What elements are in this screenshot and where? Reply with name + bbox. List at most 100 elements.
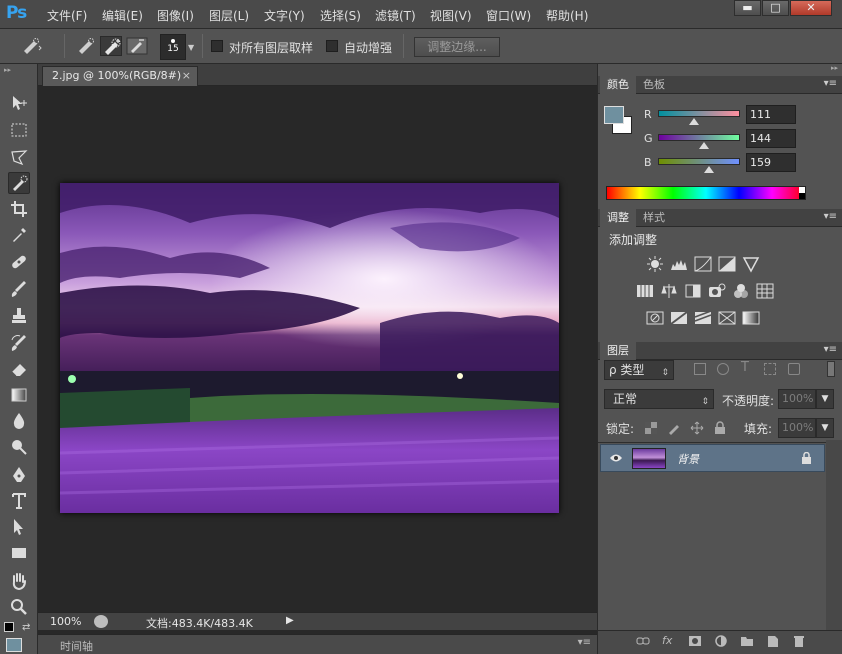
timeline-panel-tab[interactable]: 时间轴 ▾≡ <box>38 634 597 654</box>
layers-scrollbar[interactable] <box>826 440 842 630</box>
vibrance-icon[interactable] <box>742 255 760 273</box>
menu-type[interactable]: 文字(Y) <box>264 7 305 24</box>
status-menu-arrow-icon[interactable]: ▶ <box>286 615 294 626</box>
refine-edge-button[interactable]: 调整边缘... <box>414 37 500 57</box>
filter-adjustment-icon[interactable] <box>717 363 729 375</box>
red-value-input[interactable]: 111 <box>746 105 796 124</box>
history-brush-tool-icon[interactable] <box>8 332 30 354</box>
curves-icon[interactable] <box>694 255 712 273</box>
link-layers-icon[interactable] <box>636 634 650 648</box>
new-selection-brush-icon[interactable] <box>75 36 97 56</box>
type-tool-icon[interactable] <box>8 490 30 512</box>
filter-type-icon[interactable]: T <box>741 360 749 375</box>
minimize-button[interactable]: ▬ <box>734 0 761 16</box>
menu-edit[interactable]: 编辑(E) <box>102 7 143 24</box>
brush-size-picker[interactable]: 15 <box>160 34 186 60</box>
blue-value-input[interactable]: 159 <box>746 153 796 172</box>
pen-tool-icon[interactable] <box>8 464 30 486</box>
rectangle-tool-icon[interactable] <box>8 542 30 564</box>
tab-adjustments[interactable]: 调整 <box>600 209 636 227</box>
hue-saturation-icon[interactable] <box>636 282 654 300</box>
filter-pixel-icon[interactable] <box>694 363 706 375</box>
lock-position-icon[interactable] <box>690 421 704 435</box>
layer-style-fx-icon[interactable]: fx <box>662 634 676 648</box>
filter-shape-icon[interactable] <box>764 363 776 375</box>
new-group-icon[interactable] <box>740 634 754 648</box>
sample-all-layers-checkbox[interactable] <box>211 40 223 52</box>
menu-window[interactable]: 窗口(W) <box>486 7 531 24</box>
delete-layer-icon[interactable] <box>792 634 806 648</box>
invert-icon[interactable] <box>646 309 664 327</box>
layers-panel-menu-icon[interactable]: ▾≡ <box>824 344 837 355</box>
default-colors-icon[interactable] <box>4 622 14 632</box>
color-balance-icon[interactable] <box>660 282 678 300</box>
menu-help[interactable]: 帮助(H) <box>546 7 588 24</box>
exposure-icon[interactable] <box>718 255 736 273</box>
layer-name[interactable]: 背景 <box>677 451 699 467</box>
tab-layers[interactable]: 图层 <box>600 342 636 360</box>
filter-toggle-icon[interactable] <box>827 361 835 377</box>
menu-select[interactable]: 选择(S) <box>320 7 361 24</box>
layer-row-background[interactable]: 背景 <box>600 444 825 472</box>
tab-styles[interactable]: 样式 <box>636 209 672 227</box>
close-button[interactable]: ✕ <box>790 0 832 16</box>
eraser-tool-icon[interactable] <box>8 358 30 380</box>
red-slider-track[interactable] <box>658 110 740 117</box>
subtract-from-selection-brush-icon[interactable] <box>126 36 148 56</box>
add-mask-icon[interactable] <box>688 634 702 648</box>
visibility-eye-icon[interactable] <box>609 453 623 463</box>
timeline-menu-icon[interactable]: ▾≡ <box>578 637 591 648</box>
maximize-button[interactable]: □ <box>762 0 789 16</box>
layer-filter-type-select[interactable]: ρ 类型 ⇕ <box>604 360 674 380</box>
zoom-level[interactable]: 100% <box>50 615 81 628</box>
fill-input[interactable]: 100% <box>778 418 816 438</box>
new-layer-icon[interactable] <box>766 634 780 648</box>
auto-enhance-checkbox[interactable] <box>326 40 338 52</box>
opacity-input[interactable]: 100% <box>778 389 816 409</box>
quick-selection-tool-icon[interactable] <box>8 172 30 194</box>
lock-all-icon[interactable] <box>713 421 727 435</box>
image-canvas[interactable] <box>60 183 559 513</box>
blue-slider-track[interactable] <box>658 158 740 165</box>
blend-mode-select[interactable]: 正常 ⇕ <box>604 389 714 409</box>
posterize-icon[interactable] <box>670 309 688 327</box>
healing-brush-tool-icon[interactable] <box>8 251 30 273</box>
collapse-panels-icon[interactable]: ▸▸ <box>831 64 838 72</box>
color-panel-menu-icon[interactable]: ▾≡ <box>824 78 837 89</box>
collapse-toolbox-icon[interactable]: ▸▸ <box>4 66 11 74</box>
new-adjustment-layer-icon[interactable] <box>714 634 728 648</box>
document-tab[interactable]: 2.jpg @ 100%(RGB/8#) × <box>42 66 198 86</box>
levels-icon[interactable] <box>670 255 688 273</box>
crop-tool-icon[interactable] <box>8 198 30 220</box>
tab-swatches[interactable]: 色板 <box>636 76 672 94</box>
blue-slider-thumb[interactable] <box>704 166 714 173</box>
foreground-color-swatch[interactable] <box>6 638 22 652</box>
path-selection-tool-icon[interactable] <box>8 516 30 538</box>
red-slider-thumb[interactable] <box>689 118 699 125</box>
swap-colors-icon[interactable]: ⇄ <box>22 622 30 633</box>
color-spectrum-bar[interactable] <box>606 186 806 200</box>
black-white-icon[interactable] <box>684 282 702 300</box>
close-document-icon[interactable]: × <box>182 67 191 85</box>
menu-layer[interactable]: 图层(L) <box>209 7 249 24</box>
dodge-tool-icon[interactable] <box>8 436 30 458</box>
color-lookup-icon[interactable] <box>756 282 774 300</box>
photo-filter-icon[interactable] <box>708 282 726 300</box>
status-options-icon[interactable] <box>94 615 108 628</box>
menu-image[interactable]: 图像(I) <box>157 7 194 24</box>
tab-color[interactable]: 颜色 <box>600 76 636 94</box>
adjustments-panel-menu-icon[interactable]: ▾≡ <box>824 211 837 222</box>
lasso-tool-icon[interactable] <box>8 146 30 168</box>
rectangular-marquee-tool-icon[interactable] <box>8 119 30 141</box>
menu-view[interactable]: 视图(V) <box>430 7 472 24</box>
gradient-map-icon[interactable] <box>742 309 760 327</box>
filter-smart-object-icon[interactable] <box>788 363 800 375</box>
green-value-input[interactable]: 144 <box>746 129 796 148</box>
hand-tool-icon[interactable] <box>8 570 30 592</box>
gradient-tool-icon[interactable] <box>8 384 30 406</box>
fill-dropdown-icon[interactable]: ▼ <box>816 418 834 438</box>
brush-tool-icon[interactable] <box>8 278 30 300</box>
green-slider-track[interactable] <box>658 134 740 141</box>
eyedropper-tool-icon[interactable] <box>8 224 30 246</box>
opacity-dropdown-icon[interactable]: ▼ <box>816 389 834 409</box>
